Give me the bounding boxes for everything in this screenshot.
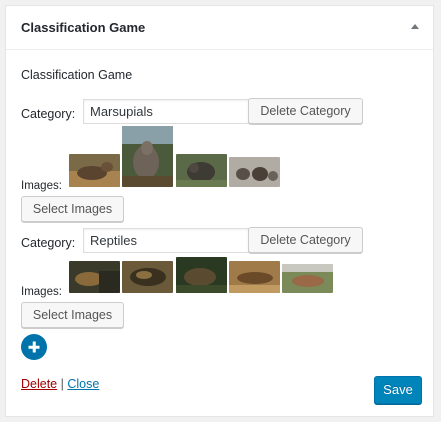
images-label: Images: — [21, 180, 62, 192]
reptile-image-5[interactable] — [282, 264, 333, 293]
images-label: Images: — [21, 286, 62, 298]
marsupial-image-1[interactable] — [69, 154, 120, 187]
marsupial-image-4[interactable] — [229, 157, 280, 187]
footer-links: Delete | Close — [21, 377, 99, 391]
category-name-input[interactable]: Reptiles — [83, 228, 249, 253]
reptile-image-2[interactable] — [122, 261, 173, 293]
save-button[interactable]: Save — [374, 376, 422, 404]
collapse-arrow-icon[interactable] — [411, 24, 419, 29]
widget-header[interactable]: Classification Game — [6, 6, 433, 50]
game-label: Classification Game — [21, 68, 133, 82]
delete-category-button[interactable]: Delete Category — [248, 227, 363, 253]
widget-title: Classification Game — [21, 20, 146, 35]
category-label: Category: — [21, 107, 76, 121]
category-label: Category: — [21, 236, 76, 250]
select-images-button[interactable]: Select Images — [21, 196, 124, 222]
link-separator: | — [60, 377, 64, 391]
add-category-button[interactable] — [21, 334, 47, 360]
reptile-image-4[interactable] — [229, 261, 280, 293]
select-images-button[interactable]: Select Images — [21, 302, 124, 328]
marsupial-image-2[interactable] — [122, 126, 173, 187]
category-name-input[interactable]: Marsupials — [83, 99, 249, 124]
classification-game-widget: Classification Game Classification Game … — [5, 5, 434, 417]
marsupial-image-3[interactable] — [176, 154, 227, 187]
reptile-image-1[interactable] — [69, 261, 120, 293]
close-link[interactable]: Close — [67, 377, 99, 391]
delete-link[interactable]: Delete — [21, 377, 57, 391]
delete-category-button[interactable]: Delete Category — [248, 98, 363, 124]
reptile-image-3[interactable] — [176, 257, 227, 293]
